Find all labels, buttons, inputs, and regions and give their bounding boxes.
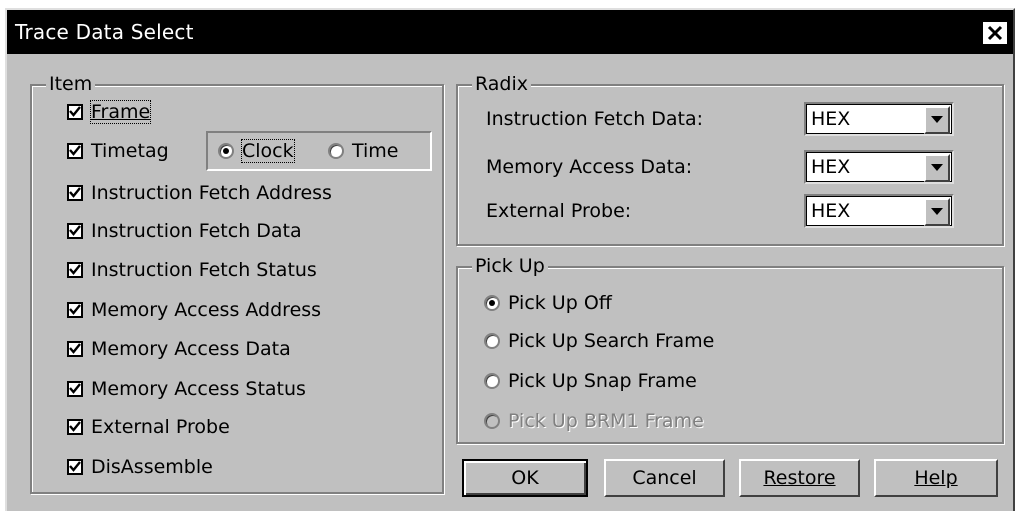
checkbox-instruction-fetch-address[interactable]: Instruction Fetch Address <box>67 180 332 206</box>
checkbox-memory-access-address-label: Memory Access Address <box>91 299 322 321</box>
checkbox-memory-access-data[interactable]: Memory Access Data <box>67 336 291 362</box>
restore-button[interactable]: Restore <box>739 459 860 497</box>
checkbox-memory-access-status-box[interactable] <box>67 381 83 397</box>
checkbox-memory-access-status[interactable]: Memory Access Status <box>67 376 306 402</box>
radio-clock-label: Clock <box>241 139 295 163</box>
radio-clock-button[interactable] <box>218 143 234 159</box>
checkbox-memory-access-status-label: Memory Access Status <box>91 378 306 400</box>
checkmark-icon <box>69 343 81 354</box>
radix-group-legend: Radix <box>472 73 532 95</box>
radio-pickup-off-button[interactable] <box>484 295 500 311</box>
timetag-mode-box: Clock Time <box>206 131 432 171</box>
radio-time-label: Time <box>352 140 399 162</box>
combo-value: HEX <box>811 200 851 222</box>
ok-button[interactable]: OK <box>462 459 588 497</box>
checkbox-instruction-fetch-status-label: Instruction Fetch Status <box>91 259 317 281</box>
checkbox-disassemble-label: DisAssemble <box>91 456 213 478</box>
combo-value: HEX <box>811 156 851 178</box>
restore-button-label: Restore <box>763 467 836 489</box>
radix-group: Radix Instruction Fetch Data: HEX Memory… <box>456 73 1004 246</box>
close-icon <box>987 25 1003 41</box>
checkbox-instruction-fetch-data[interactable]: Instruction Fetch Data <box>67 218 302 244</box>
radix-external-probe-label: External Probe: <box>486 200 632 222</box>
checkbox-instruction-fetch-address-box[interactable] <box>67 185 83 201</box>
checkmark-icon <box>69 421 81 432</box>
radix-instruction-fetch-data-label: Instruction Fetch Data: <box>486 108 704 130</box>
checkmark-icon <box>69 145 81 156</box>
window-title: Trace Data Select <box>15 20 194 44</box>
item-group-legend: Item <box>46 73 96 95</box>
ok-button-label: OK <box>511 467 539 489</box>
chevron-down-icon <box>931 164 943 171</box>
radio-pickup-brm1-frame-label: Pick Up BRM1 Frame <box>508 410 704 432</box>
title-bar[interactable]: Trace Data Select <box>7 10 1013 54</box>
cancel-button-label: Cancel <box>632 467 697 489</box>
chevron-down-icon <box>931 116 943 123</box>
pickup-group: Pick Up Pick Up Off Pick Up Search Frame… <box>456 255 1004 444</box>
checkbox-frame-box[interactable] <box>67 104 83 120</box>
combo-frame: HEX <box>806 104 952 134</box>
radio-pickup-snap-frame-label: Pick Up Snap Frame <box>508 370 697 392</box>
checkbox-external-probe-box[interactable] <box>67 419 83 435</box>
cancel-button[interactable]: Cancel <box>604 459 725 497</box>
checkbox-instruction-fetch-data-label: Instruction Fetch Data <box>91 220 302 242</box>
dropdown-button[interactable] <box>924 106 950 134</box>
checkmark-icon <box>69 225 81 236</box>
radix-instruction-fetch-data-select[interactable]: HEX <box>804 102 954 136</box>
radio-clock[interactable]: Clock <box>218 138 295 164</box>
radio-pickup-off-label: Pick Up Off <box>508 292 612 314</box>
radio-pickup-brm1-frame-button <box>484 413 500 429</box>
dropdown-button[interactable] <box>924 154 950 182</box>
checkmark-icon <box>69 106 81 117</box>
checkbox-memory-access-address-box[interactable] <box>67 302 83 318</box>
radio-pickup-search-frame-button[interactable] <box>484 333 500 349</box>
radio-time[interactable]: Time <box>328 138 399 164</box>
chevron-down-icon <box>931 208 943 215</box>
checkmark-icon <box>69 264 81 275</box>
radio-time-button[interactable] <box>328 143 344 159</box>
checkbox-instruction-fetch-status[interactable]: Instruction Fetch Status <box>67 257 317 283</box>
combo-frame: HEX <box>806 196 952 226</box>
checkbox-disassemble[interactable]: DisAssemble <box>67 454 213 480</box>
close-button[interactable] <box>981 20 1009 46</box>
checkbox-timetag-box[interactable] <box>67 143 83 159</box>
radio-pickup-off[interactable]: Pick Up Off <box>484 290 612 316</box>
checkbox-external-probe-label: External Probe <box>91 416 230 438</box>
checkbox-instruction-fetch-data-box[interactable] <box>67 223 83 239</box>
checkbox-instruction-fetch-status-box[interactable] <box>67 262 83 278</box>
checkbox-external-probe[interactable]: External Probe <box>67 414 230 440</box>
checkbox-frame[interactable]: Frame <box>67 99 152 125</box>
trace-data-select-dialog: Trace Data Select Item Frame Timetag Clo… <box>5 8 1015 511</box>
checkmark-icon <box>69 461 81 472</box>
combo-value: HEX <box>811 108 851 130</box>
checkbox-instruction-fetch-address-label: Instruction Fetch Address <box>91 182 332 204</box>
checkbox-timetag-label: Timetag <box>91 140 169 162</box>
checkmark-icon <box>69 187 81 198</box>
radix-memory-access-data-label: Memory Access Data: <box>486 156 693 178</box>
checkbox-memory-access-data-label: Memory Access Data <box>91 338 291 360</box>
checkbox-disassemble-box[interactable] <box>67 459 83 475</box>
help-button[interactable]: Help <box>874 459 998 497</box>
checkmark-icon <box>69 304 81 315</box>
radio-pickup-snap-frame-button[interactable] <box>484 373 500 389</box>
checkbox-frame-label: Frame <box>89 100 152 124</box>
checkbox-timetag[interactable]: Timetag <box>67 138 169 164</box>
combo-frame: HEX <box>806 152 952 182</box>
checkbox-memory-access-address[interactable]: Memory Access Address <box>67 297 321 323</box>
radio-pickup-search-frame-label: Pick Up Search Frame <box>508 330 715 352</box>
radix-external-probe-select[interactable]: HEX <box>804 194 954 228</box>
dropdown-button[interactable] <box>924 198 950 226</box>
radix-memory-access-data-select[interactable]: HEX <box>804 150 954 184</box>
radio-pickup-snap-frame[interactable]: Pick Up Snap Frame <box>484 368 697 394</box>
radio-pickup-search-frame[interactable]: Pick Up Search Frame <box>484 328 714 354</box>
radio-pickup-brm1-frame: Pick Up BRM1 Frame <box>484 408 704 434</box>
pickup-group-legend: Pick Up <box>472 255 548 277</box>
help-button-label: Help <box>914 467 958 489</box>
checkbox-memory-access-data-box[interactable] <box>67 341 83 357</box>
checkmark-icon <box>69 383 81 394</box>
